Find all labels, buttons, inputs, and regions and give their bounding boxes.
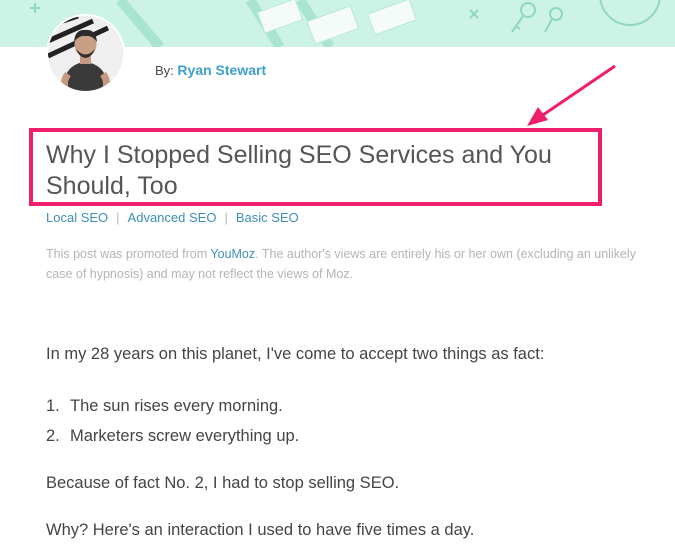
youmoz-link[interactable]: YouMoz (210, 247, 255, 261)
promo-text-before: This post was promoted from (46, 247, 211, 261)
list-text: The sun rises every morning. (70, 397, 283, 415)
tag-separator: | (224, 210, 228, 225)
list-item: 2. Marketers screw everything up. (46, 425, 299, 455)
key-icon (511, 2, 563, 33)
avatar-photo (48, 16, 123, 91)
tag-local-seo[interactable]: Local SEO (46, 210, 108, 225)
list-text: Marketers screw everything up. (70, 427, 300, 445)
list-number: 1. (46, 397, 60, 415)
author-avatar[interactable] (46, 14, 125, 93)
tag-list: Local SEO | Advanced SEO | Basic SEO (46, 210, 299, 225)
tag-advanced-seo[interactable]: Advanced SEO (128, 210, 217, 225)
byline: By: Ryan Stewart (155, 62, 266, 78)
byline-prefix: By: (155, 63, 174, 78)
article-title: Why I Stopped Selling SEO Services and Y… (46, 141, 552, 200)
tag-basic-seo[interactable]: Basic SEO (236, 210, 299, 225)
paragraph-3: Why? Here's an interaction I used to hav… (46, 521, 475, 539)
facts-list: 1. The sun rises every morning. 2. Markete… (46, 395, 299, 455)
list-number: 2. (46, 427, 60, 445)
paragraph-2: Because of fact No. 2, I had to stop sel… (46, 474, 400, 492)
list-item: 1. The sun rises every morning. (46, 395, 299, 425)
promotion-notice: This post was promoted from YouMoz. The … (46, 244, 646, 284)
intro-paragraph: In my 28 years on this planet, I've come… (46, 345, 545, 363)
tag-separator: | (116, 210, 120, 225)
author-link[interactable]: Ryan Stewart (177, 62, 266, 78)
